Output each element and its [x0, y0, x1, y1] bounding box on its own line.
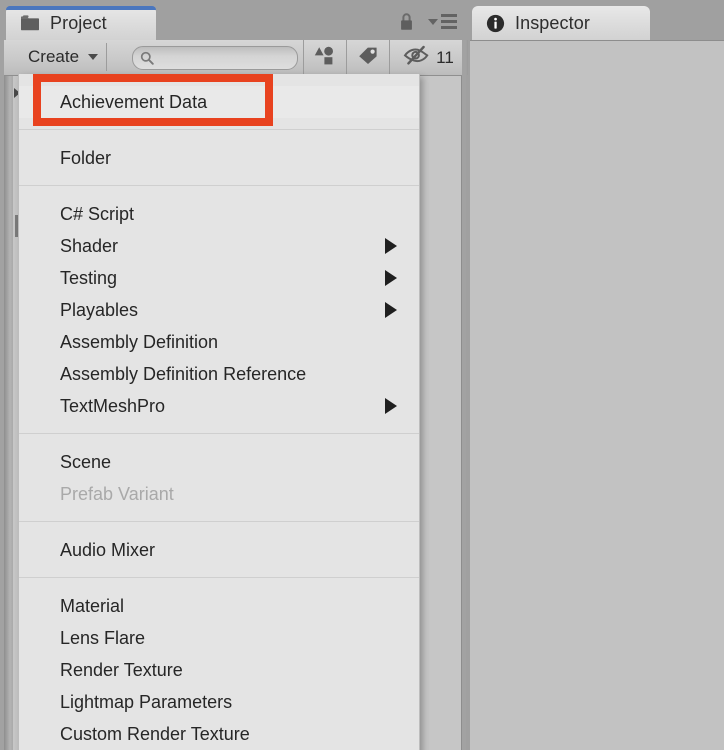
submenu-arrow-icon — [385, 238, 397, 254]
menu-item-label: Assembly Definition Reference — [60, 363, 307, 384]
menu-item[interactable]: C# Script — [19, 198, 419, 230]
menu-item[interactable]: Lens Flare — [19, 622, 419, 654]
tab-project-accent — [6, 6, 156, 10]
submenu-arrow-icon — [385, 270, 397, 286]
menu-item[interactable]: Achievement Data — [19, 86, 419, 118]
menu-item[interactable]: Assembly Definition Reference — [19, 358, 419, 390]
folder-icon — [20, 15, 40, 31]
create-context-menu: Achievement Data Folder C# Script Shader Tes… — [18, 74, 420, 750]
menu-item[interactable]: Material — [19, 590, 419, 622]
menu-item-label: Folder — [60, 147, 112, 168]
menu-item[interactable]: Custom Render Texture — [19, 718, 419, 750]
menu-item-label: Scene — [60, 451, 112, 472]
menu-item-label: Shader — [60, 235, 119, 256]
project-toolbar: Create 11 — [4, 40, 468, 76]
search-input[interactable] — [132, 46, 298, 70]
menu-item[interactable]: Shader — [19, 230, 419, 262]
tab-inspector[interactable]: Inspector — [472, 6, 650, 40]
tab-strip: Project Inspector — [0, 0, 724, 40]
menu-item-label: Custom Render Texture — [60, 723, 250, 744]
menu-item[interactable]: TextMeshPro — [19, 390, 419, 422]
chevron-down-icon — [428, 18, 438, 25]
menu-item-label: Material — [60, 595, 125, 616]
menu-section: Audio Mixer — [19, 522, 419, 577]
hamburger-menu-icon[interactable] — [428, 14, 457, 29]
menu-item[interactable]: Testing — [19, 262, 419, 294]
menu-item[interactable]: Folder — [19, 142, 419, 174]
menu-item-label: Lightmap Parameters — [60, 691, 233, 712]
menu-item-label: Render Texture — [60, 659, 183, 680]
hidden-objects-toggle[interactable]: 11 — [389, 40, 468, 75]
menu-section: Material Lens Flare Render Texture Lightmap… — [19, 578, 419, 750]
tag-label-icon — [357, 45, 379, 70]
menu-item-label: Achievement Data — [60, 91, 208, 112]
menu-section: Scene Prefab Variant — [19, 434, 419, 521]
info-circle-icon — [486, 14, 505, 33]
menu-item-label: Assembly Definition — [60, 331, 219, 352]
unity-editor-window: Project Inspector Create 11 Achievement … — [0, 0, 724, 750]
filter-by-label-button[interactable] — [346, 40, 389, 75]
lock-icon[interactable] — [398, 12, 415, 36]
menu-item[interactable]: Lightmap Parameters — [19, 686, 419, 718]
shapes-filter-icon — [314, 45, 336, 70]
menu-item[interactable]: Scene — [19, 446, 419, 478]
menu-item-label: Audio Mixer — [60, 539, 156, 560]
chevron-down-icon — [88, 54, 99, 60]
hidden-objects-count: 11 — [436, 47, 454, 67]
menu-section: Achievement Data — [19, 74, 419, 129]
menu-item[interactable]: Audio Mixer — [19, 534, 419, 566]
menu-item[interactable]: Render Texture — [19, 654, 419, 686]
menu-item-label: Playables — [60, 299, 139, 320]
tab-project-label: Project — [50, 12, 107, 33]
menu-item-label: Lens Flare — [60, 627, 146, 648]
menu-item[interactable]: Assembly Definition — [19, 326, 419, 358]
filter-by-type-button[interactable] — [303, 40, 346, 75]
create-button[interactable]: Create — [18, 43, 108, 71]
tab-project[interactable]: Project — [6, 6, 156, 40]
menu-item: Prefab Variant — [19, 478, 419, 510]
submenu-arrow-icon — [385, 398, 397, 414]
inspector-panel-body — [470, 40, 724, 750]
menu-item[interactable]: Playables — [19, 294, 419, 326]
create-button-label: Create — [28, 47, 80, 66]
menu-lines-icon — [441, 14, 457, 29]
menu-item-label: Prefab Variant — [60, 483, 174, 504]
project-panel-left-rail — [4, 76, 13, 750]
menu-item-label: C# Script — [60, 203, 135, 224]
menu-section: C# Script Shader Testing Playables Assembly … — [19, 186, 419, 433]
eye-crossed-icon — [403, 45, 431, 70]
tab-inspector-label: Inspector — [515, 12, 590, 33]
submenu-arrow-icon — [385, 302, 397, 318]
menu-item-label: TextMeshPro — [60, 395, 166, 416]
menu-section: Folder — [19, 130, 419, 185]
search-icon — [140, 51, 154, 65]
menu-item-label: Testing — [60, 267, 118, 288]
